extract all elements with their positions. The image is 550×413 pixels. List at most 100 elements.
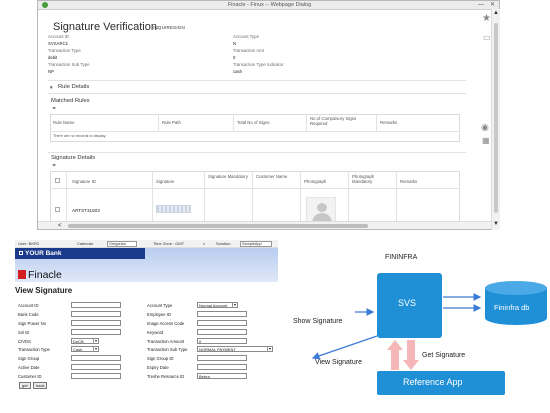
architecture-diagram: FININFRA SVS Fininfra db Show Signature … — [285, 240, 550, 413]
account-id-label: Account ID — [18, 303, 39, 308]
account-id-input[interactable] — [71, 302, 121, 308]
signature-id-cell: ARTST31503 — [72, 208, 100, 213]
customer-id-input[interactable] — [71, 373, 121, 379]
db-label: Fininfra db — [494, 303, 530, 312]
transaction-sub-type-label: Transaction Sub Type — [147, 347, 188, 352]
transaction-sub-type-select[interactable]: NORMAL PAYMENT ▼ — [197, 346, 273, 352]
field-label: Transaction Type Indicator — [233, 62, 284, 67]
active-date-label: Active Date — [18, 365, 40, 370]
rule-details-heading: Rule Details — [58, 84, 90, 90]
field-value: 0 — [233, 55, 236, 60]
webpage-dialog: Finacle - Finux -- Webpage Dialog — ✕ Si… — [37, 0, 500, 230]
card-icon[interactable]: ▭ — [483, 33, 491, 43]
field-label: Transaction Sub Type — [48, 62, 90, 67]
column-header-rule-name[interactable]: Rule Name — [53, 120, 75, 125]
transaction-amount-input[interactable]: 0 — [197, 338, 247, 344]
column-header-remarks[interactable]: Remarks — [400, 179, 417, 184]
bank-app-screen: User: BKR2 Calendar Gregorian Time Zone … — [15, 240, 278, 413]
page-title: Signature Verification — [53, 21, 157, 33]
column-header-rule-path[interactable]: Rule Path — [162, 120, 181, 125]
column-header-remarks[interactable]: Remarks — [380, 120, 397, 125]
show-signature-label: Show Signature — [293, 318, 343, 325]
calculator-icon[interactable]: ▦ — [482, 136, 490, 146]
employee-id-input[interactable] — [197, 311, 247, 317]
eye-icon[interactable]: ◉ — [481, 122, 489, 132]
column-header-customer-name[interactable]: Customer Name — [256, 174, 296, 179]
matched-rules-heading: Matched Rules — [51, 98, 90, 104]
collapse-triangle-icon[interactable]: ▼ — [49, 85, 53, 90]
minimize-icon[interactable]: — — [478, 1, 484, 10]
bank-name: YOUR Bank — [25, 250, 62, 257]
field-label: Account ID — [48, 34, 70, 39]
chevron-down-icon: ▼ — [93, 347, 98, 352]
bank-code-input[interactable] — [71, 311, 121, 317]
column-divider — [233, 114, 234, 131]
get-signature-label: Get Signature — [422, 352, 466, 359]
calendar-label: Calendar — [77, 241, 94, 246]
star-icon[interactable]: ★ — [482, 14, 491, 24]
filter-icon[interactable]: ⏷ — [52, 106, 56, 113]
down-arrow — [403, 340, 419, 370]
time-zone-label: Time Zone : GMT — [153, 241, 185, 246]
field-value: N — [233, 41, 237, 46]
expiry-date-input[interactable] — [197, 364, 247, 370]
field-value: SVSARC1 — [48, 41, 69, 46]
filter-icon[interactable]: ⏷ — [52, 163, 56, 170]
photograph-placeholder[interactable] — [306, 197, 336, 223]
transaction-type-select[interactable]: Cash ▼ — [71, 346, 99, 352]
column-header-compulsory-signs[interactable]: No of Compulsory Signs Required — [310, 116, 374, 126]
divider — [48, 80, 466, 81]
column-header-total-signs[interactable]: Total No of Signs — [237, 120, 269, 125]
transaction-sub-type-value: NORMAL PAYMENT — [199, 347, 236, 352]
active-date-input[interactable] — [71, 364, 121, 370]
bank-brand-bar: YOUR Bank — [15, 248, 145, 259]
scrollbar-thumb[interactable] — [68, 224, 368, 228]
table-divider — [50, 188, 460, 189]
treshe-resource-id-input[interactable]: Bebra — [197, 373, 247, 379]
sign-group-input[interactable] — [71, 355, 121, 361]
vertical-scrollbar[interactable]: ▲ ▼ — [491, 9, 500, 230]
sign-group-id-label: Sign Group ID — [147, 356, 174, 361]
account-type-select[interactable]: Normal Account ▼ — [197, 302, 238, 308]
image-access-code-input[interactable] — [197, 320, 247, 326]
column-header-signature-id[interactable]: Signature ID — [72, 179, 96, 184]
search-icon[interactable]: ⌕ — [203, 240, 205, 248]
back-button[interactable]: back — [33, 382, 48, 389]
diagram-canvas — [311, 273, 547, 395]
sol-id-label: Sol ID — [18, 330, 30, 335]
sign-power-no-input[interactable] — [71, 320, 121, 326]
keyword-input[interactable] — [197, 329, 247, 335]
solution-select[interactable]: SampleApp — [240, 241, 272, 247]
transaction-type-value: Cash — [73, 347, 83, 352]
finacle-logo-icon — [18, 270, 26, 279]
dialog-window-title: Finacle - Finux -- Webpage Dialog — [227, 2, 312, 8]
calendar-select[interactable]: Gregorian — [107, 241, 137, 247]
column-header-signature-mandatory[interactable]: Signature Mandatory — [208, 174, 250, 179]
column-header-signature[interactable]: Signature — [156, 179, 174, 184]
column-divider — [158, 114, 159, 131]
civds-select[interactable]: DoCB ▼ — [71, 338, 99, 344]
bank-logo-icon — [19, 251, 23, 255]
scrollbar-thumb[interactable] — [494, 23, 498, 213]
column-divider — [376, 114, 377, 131]
chevron-down-icon: ▼ — [232, 303, 237, 308]
scroll-left-icon[interactable]: < — [58, 222, 62, 229]
row-checkbox[interactable] — [55, 207, 60, 212]
column-divider — [306, 114, 307, 131]
signature-image[interactable] — [156, 205, 191, 213]
employee-id-label: Employee ID — [147, 312, 171, 317]
scroll-up-icon[interactable]: ▲ — [493, 10, 499, 16]
column-header-photograph-mandatory[interactable]: Photograph Mandatory — [352, 174, 394, 184]
column-header-photograph[interactable]: Photograph — [304, 179, 326, 184]
select-all-checkbox[interactable] — [55, 178, 60, 183]
account-type-value: Normal Account — [199, 303, 228, 308]
horizontal-scrollbar[interactable]: < > — [38, 221, 499, 229]
keyword-label: Keyword — [147, 330, 164, 335]
arrow-view-signature — [311, 335, 378, 360]
sol-id-input[interactable] — [71, 329, 121, 335]
get-button[interactable]: get — [19, 382, 31, 389]
sign-group-id-input[interactable] — [197, 355, 247, 361]
svs-label: SVS — [398, 298, 417, 308]
field-value: NP — [48, 69, 54, 74]
scroll-down-icon[interactable]: ▼ — [493, 221, 499, 227]
